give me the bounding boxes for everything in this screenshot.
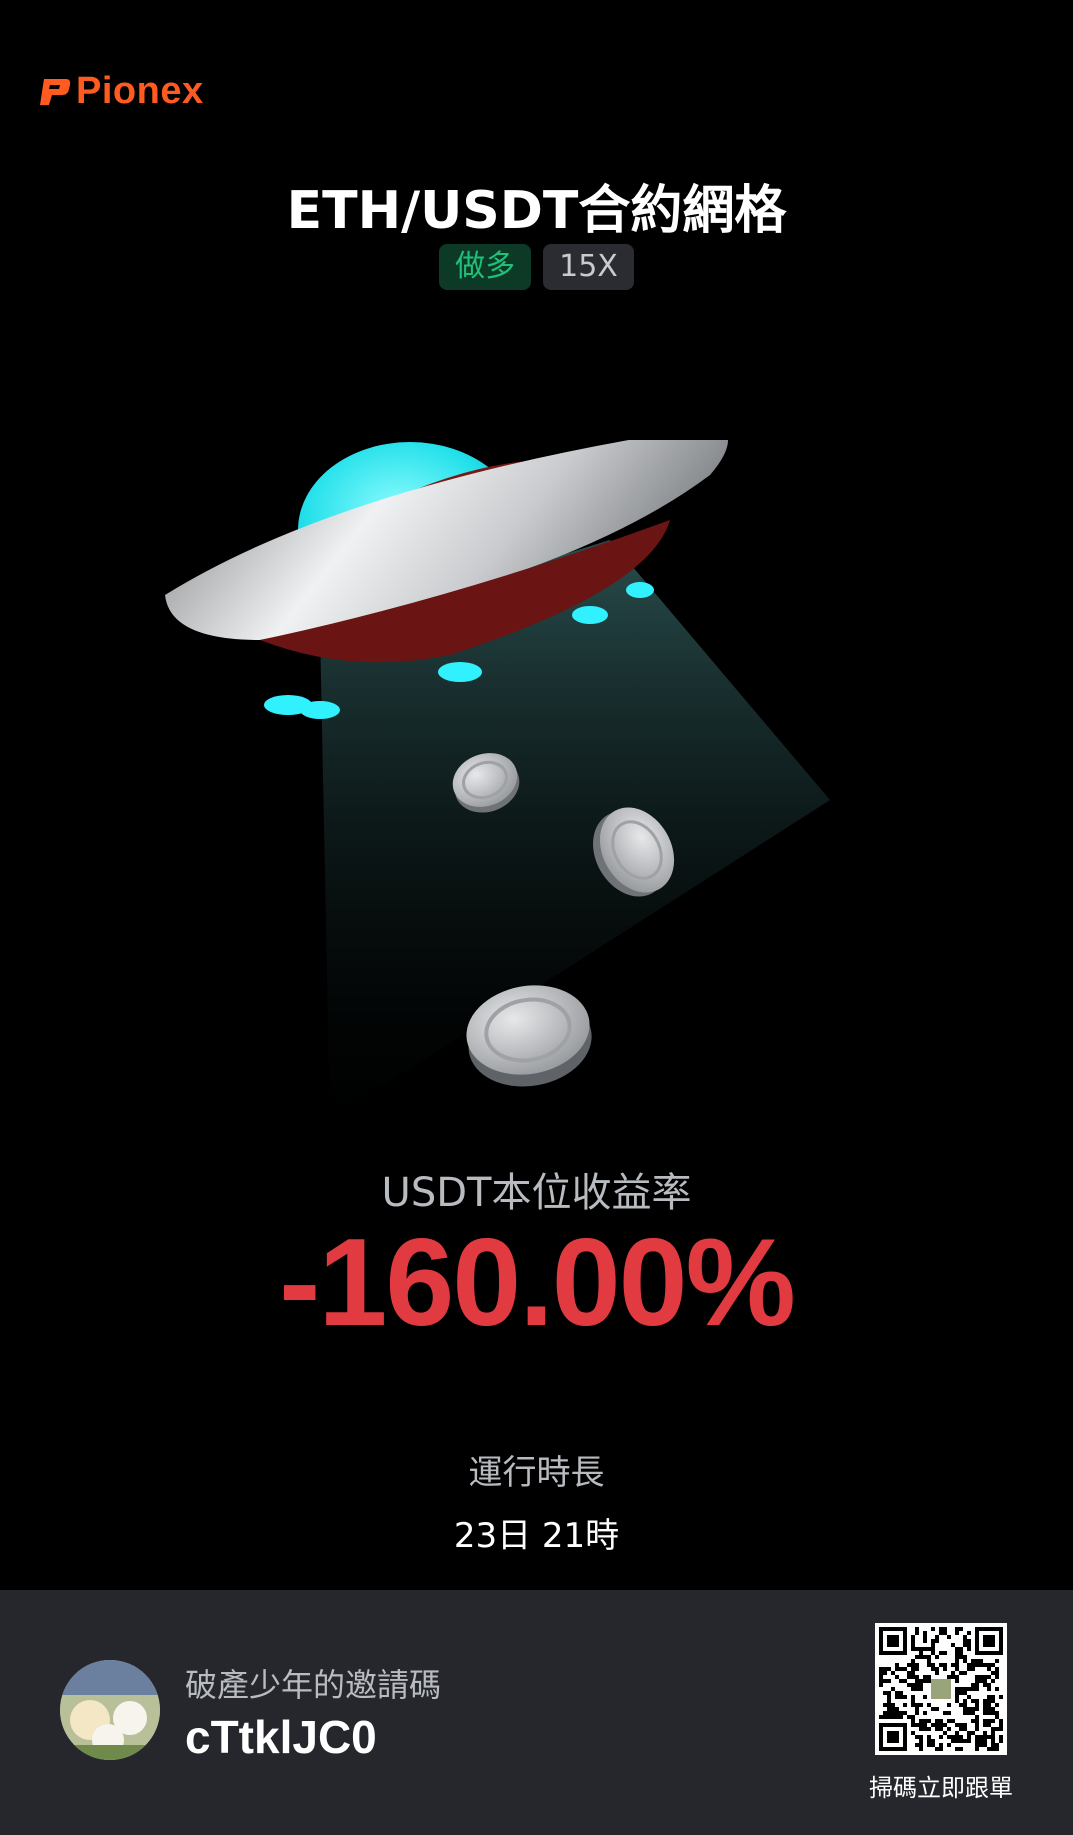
ufo-light [300,701,340,719]
qr-caption: 掃碼立即跟單 [869,1774,1013,1802]
profit-rate-label: USDT本位收益率 [381,1170,692,1216]
runtime-value: 23日 21時 [453,1516,620,1556]
ufo-light [626,582,654,598]
invite-code-label: 破產少年的邀請碼 [185,1666,442,1704]
profit-rate-value: -160.00% [279,1214,796,1352]
invite-code[interactable]: cTtklJC0 [185,1710,377,1764]
brand-name: Pionex [76,70,204,112]
user-avatar [60,1660,160,1760]
ufo-coins-illustration [165,440,830,1120]
direction-badge: 做多 [439,244,532,290]
ufo-light [572,606,608,624]
page-title: ETH/USDT合約網格 [286,181,787,241]
ufo-light [438,662,482,682]
runtime-label: 運行時長 [468,1453,605,1493]
invite-footer: 破產少年的邀請碼 cTtklJC0 掃碼立即跟單 [0,1590,1073,1835]
pionex-logo-icon [40,78,71,105]
leverage-badge: 15X [543,244,634,290]
brand-logo: Pionex [38,70,204,113]
qr-code-icon[interactable] [875,1623,1007,1755]
strategy-badges: 做多 15X [0,244,1073,290]
